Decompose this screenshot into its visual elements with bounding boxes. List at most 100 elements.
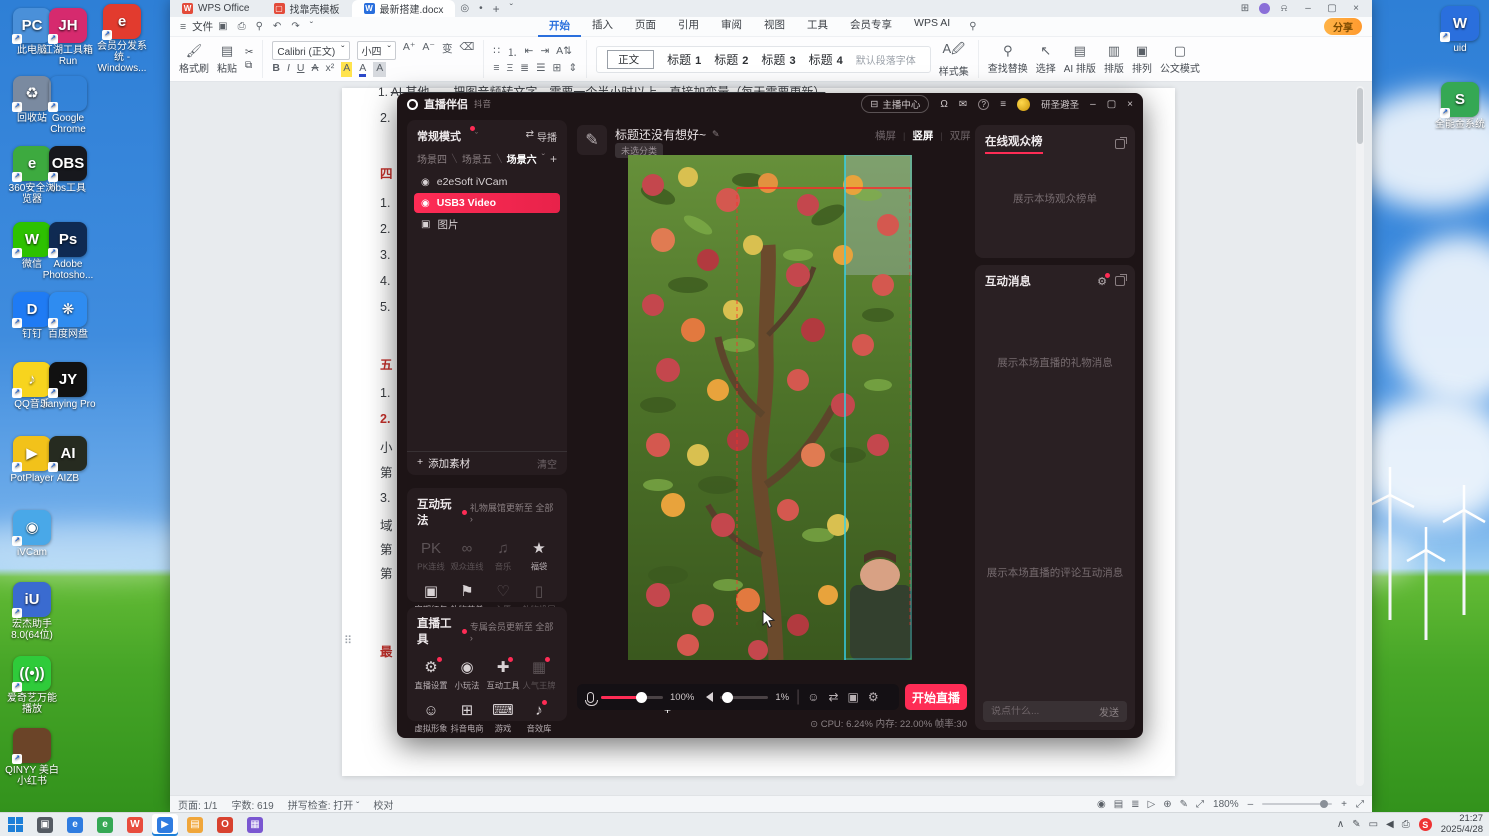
ribbon-tab[interactable]: 工具: [796, 17, 839, 37]
paragraph-tool-icon[interactable]: A⇅: [556, 45, 572, 60]
zoom-level[interactable]: 180%: [1213, 799, 1239, 810]
mode-caret-icon[interactable]: ˇ: [475, 131, 478, 141]
edit-title-button[interactable]: ✎: [577, 125, 607, 155]
new-tab-button[interactable]: +: [493, 2, 500, 16]
view-mode-icon[interactable]: ⤢: [1196, 799, 1204, 810]
style-gallery-item[interactable]: 标题 2: [714, 51, 748, 68]
wps-avatar[interactable]: [1259, 3, 1270, 14]
paragraph-tool-icon[interactable]: Ξ: [506, 62, 513, 74]
live-tool[interactable]: ♪ 音效库: [521, 700, 557, 735]
source-item[interactable]: ◉ USB3 Video: [414, 193, 560, 213]
tray-icon[interactable]: ✎: [1352, 819, 1360, 830]
stream-title[interactable]: 标题还没有想好~ ✎: [615, 126, 720, 143]
menu-icon[interactable]: ≡: [1000, 99, 1006, 110]
panel-badge[interactable]: 专属会员更新至 全部 ›: [462, 620, 557, 643]
screen-mode-option[interactable]: 横屏: [875, 128, 896, 143]
interactive-tool[interactable]: ∞ 观众连线: [449, 538, 485, 573]
live-tool[interactable]: ◉ 小玩法: [449, 657, 485, 692]
tab-list-button[interactable]: ˇ: [510, 3, 513, 14]
ribbon-tab[interactable]: 会员专享: [839, 17, 903, 37]
font-style-button[interactable]: x²: [326, 62, 335, 77]
add-material-button[interactable]: + 添加素材: [417, 456, 470, 471]
font-tool-icon[interactable]: A⁻: [422, 41, 435, 60]
style-set-button[interactable]: A🖉 样式集: [939, 40, 969, 78]
edit-pencil-icon[interactable]: ✎: [712, 129, 720, 140]
taskbar-app[interactable]: ▦: [242, 814, 268, 836]
tray-badge-icon[interactable]: S: [1418, 818, 1432, 831]
font-style-button[interactable]: U: [297, 62, 305, 77]
desktop-icon[interactable]: JH 江湖工具箱 Run: [40, 8, 96, 67]
status-item[interactable]: 字数: 619: [231, 797, 273, 812]
paragraph-tool-icon[interactable]: ⇤: [525, 45, 534, 60]
desktop-icon[interactable]: OBS obs工具: [40, 146, 96, 194]
ribbon-tool-button[interactable]: ⚲ 查找替换: [988, 43, 1028, 75]
taskbar-app[interactable]: e: [92, 814, 118, 836]
ribbon-tab[interactable]: 开始: [538, 17, 582, 37]
view-mode-icon[interactable]: ◉: [1097, 799, 1106, 810]
font-tool-icon[interactable]: ⌫: [459, 41, 474, 60]
quick-access-icon[interactable]: ↶: [273, 21, 281, 32]
source-item[interactable]: ◉ e2eSoft iVCam: [414, 172, 560, 192]
ribbon-tab[interactable]: 页面: [624, 17, 667, 37]
viewers-panel-title[interactable]: 在线观众榜: [985, 133, 1043, 154]
paste-button[interactable]: ▤ 粘贴: [217, 43, 237, 75]
font-style-button[interactable]: B: [272, 62, 280, 77]
taskbar-app[interactable]: ▣: [32, 814, 58, 836]
app-close-button[interactable]: ×: [1127, 99, 1133, 110]
chat-input-box[interactable]: 发送: [983, 701, 1127, 722]
drag-handle-icon[interactable]: ⠿: [344, 634, 352, 647]
chat-icon[interactable]: ✉: [959, 99, 967, 110]
start-live-button[interactable]: 开始直播: [905, 684, 967, 710]
start-button[interactable]: [2, 814, 28, 836]
view-mode-icon[interactable]: ▷: [1148, 799, 1156, 810]
chat-input[interactable]: [991, 706, 1099, 717]
paragraph-tool-icon[interactable]: ∷: [493, 45, 500, 60]
scene-tab[interactable]: 场景五: [462, 151, 492, 166]
wps-bell-icon[interactable]: ⍾: [1274, 3, 1294, 14]
hamburger-icon[interactable]: ≡: [180, 21, 186, 33]
screen-mode-option[interactable]: 竖屏: [912, 128, 933, 143]
live-tool[interactable]: ⌨ 游戏: [485, 700, 521, 735]
paragraph-tool-icon[interactable]: ⇕: [568, 62, 577, 74]
tab-pin-icon[interactable]: ◎: [460, 3, 469, 14]
live-tool[interactable]: ⊞ 抖音电商: [449, 700, 485, 735]
ribbon-tool-button[interactable]: ▢ 公文模式: [1160, 43, 1200, 75]
live-tool[interactable]: ☺ 虚拟形象: [413, 700, 449, 735]
tray-icon[interactable]: ▭: [1369, 819, 1378, 830]
tray-icon[interactable]: ∧: [1337, 819, 1344, 830]
live-tool[interactable]: ▦ 人气王牌: [521, 657, 557, 692]
paragraph-tool-icon[interactable]: ⊞: [553, 62, 562, 74]
font-style-button[interactable]: A: [341, 62, 353, 77]
messages-settings-icon[interactable]: ⚙: [1097, 272, 1110, 288]
font-style-button[interactable]: A: [373, 62, 387, 77]
status-item[interactable]: 校对: [373, 797, 393, 812]
style-gallery-item[interactable]: 标题 4: [809, 51, 843, 68]
style-gallery-item[interactable]: 正文: [607, 49, 655, 69]
desktop-icon[interactable]: Ps Adobe Photosho...: [40, 222, 96, 281]
speaker-icon[interactable]: [701, 692, 714, 702]
ribbon-search-icon[interactable]: ⚲: [969, 21, 976, 32]
desktop-icon[interactable]: W uid: [1432, 6, 1488, 54]
taskbar-app[interactable]: W: [122, 814, 148, 836]
ribbon-tab[interactable]: 视图: [753, 17, 796, 37]
ribbon-tab[interactable]: 审阅: [710, 17, 753, 37]
style-gallery-item[interactable]: 标题 1: [667, 51, 701, 68]
quick-access-icon[interactable]: ˇ: [310, 21, 313, 32]
view-mode-icon[interactable]: ✎: [1180, 799, 1188, 810]
desktop-icon[interactable]: JY Jianying Pro: [40, 362, 96, 410]
view-mode-icon[interactable]: ≣: [1131, 799, 1139, 810]
control-bar-icon[interactable]: ☺: [807, 690, 819, 704]
clear-button[interactable]: 清空: [537, 456, 557, 471]
paragraph-tool-icon[interactable]: ⒈: [507, 45, 518, 60]
format-painter-button[interactable]: 🖌 格式刷: [179, 43, 209, 75]
interactive-tool[interactable]: PK PK连线: [413, 538, 449, 573]
live-tool[interactable]: ⚙ 直播设置: [413, 657, 449, 692]
document-scrollbar[interactable]: [1356, 86, 1364, 786]
zoom-slider[interactable]: [1262, 800, 1333, 808]
font-style-button[interactable]: A: [312, 62, 319, 77]
interactive-tool[interactable]: ★ 福袋: [521, 538, 557, 573]
status-item[interactable]: 拼写检查: 打开 ˇ: [288, 797, 360, 812]
director-mode-button[interactable]: ⇄ 导播: [526, 129, 557, 144]
font-style-button[interactable]: I: [287, 62, 290, 77]
anchor-center-button[interactable]: ⊟ 主播中心: [861, 95, 930, 113]
